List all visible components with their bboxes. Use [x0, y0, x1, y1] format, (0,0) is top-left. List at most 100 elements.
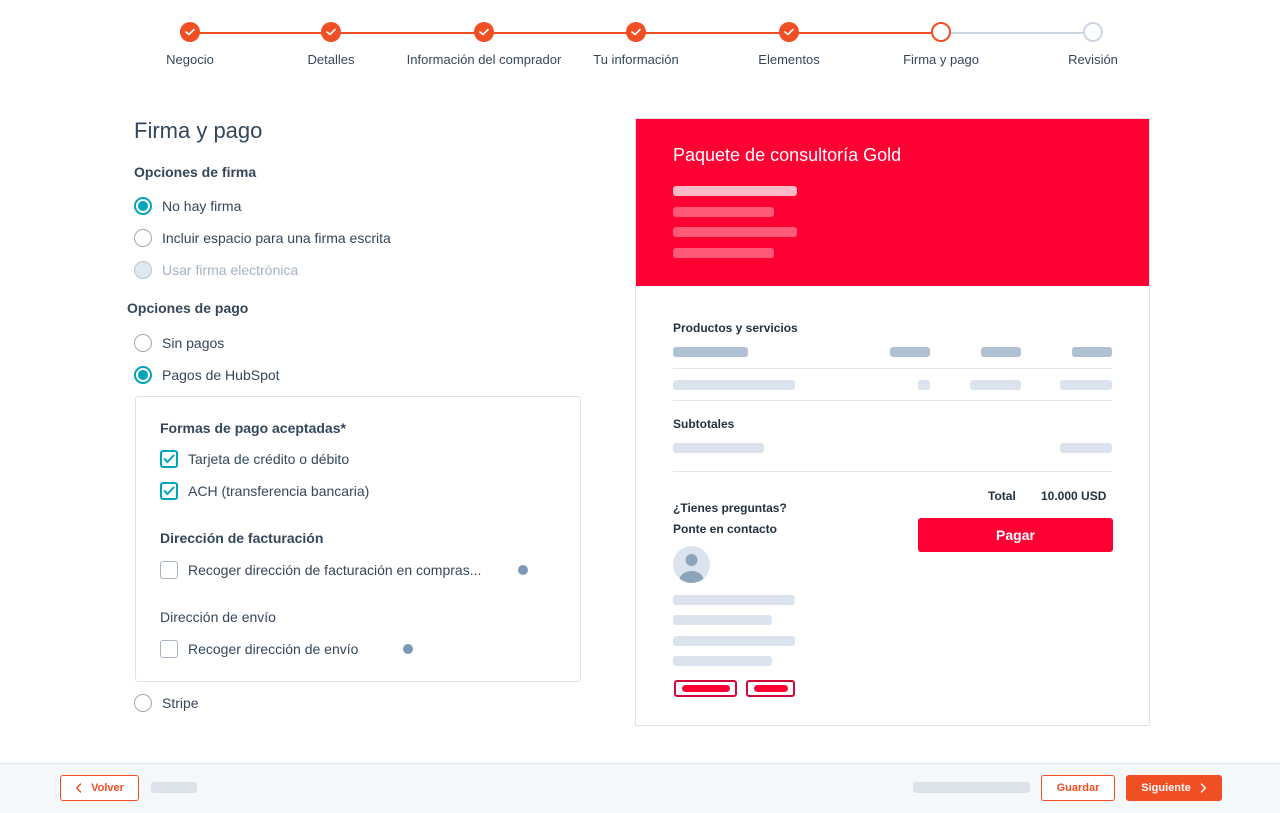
placeholder-line: [673, 248, 774, 258]
placeholder-column-header: [890, 347, 930, 357]
radio-electronic-signature: Usar firma electrónica: [134, 261, 298, 279]
back-button-label: Volver: [91, 782, 124, 794]
next-button-label: Siguiente: [1141, 782, 1191, 794]
placeholder-line: [673, 186, 797, 196]
placeholder-cell: [673, 380, 795, 390]
divider: [673, 400, 1112, 401]
checkbox-shipping-address[interactable]: Recoger dirección de envío: [160, 640, 358, 658]
placeholder-column-header: [1072, 347, 1112, 357]
step-label: Elementos: [758, 52, 820, 67]
radio-written-signature[interactable]: Incluir espacio para una firma escrita: [134, 229, 391, 247]
accepted-methods-heading: Formas de pago aceptadas*: [160, 420, 346, 436]
page-title: Firma y pago: [134, 118, 263, 143]
checkbox-label: Recoger dirección de facturación en comp…: [188, 562, 482, 578]
placeholder-line: [673, 656, 772, 666]
check-icon: [163, 486, 175, 495]
info-icon[interactable]: [403, 644, 413, 654]
back-button[interactable]: Volver: [60, 775, 139, 801]
radio-no-signature[interactable]: No hay firma: [134, 197, 241, 215]
checkbox[interactable]: [160, 450, 178, 468]
info-icon[interactable]: [518, 565, 528, 575]
questions-label: ¿Tienes preguntas?: [673, 501, 787, 515]
check-icon: [779, 22, 799, 42]
footer-bar: Volver Guardar Siguiente: [0, 763, 1280, 813]
checkbox-billing-address[interactable]: Recoger dirección de facturación en comp…: [160, 561, 481, 579]
check-icon: [180, 22, 200, 42]
subtotals-heading: Subtotales: [673, 417, 735, 431]
checkbox-label: Recoger dirección de envío: [188, 641, 359, 657]
radio-button: [134, 261, 152, 279]
checkbox-label: Tarjeta de crédito o débito: [188, 451, 350, 467]
radio-label: No hay firma: [162, 198, 242, 214]
placeholder-column-header: [981, 347, 1021, 357]
products-heading: Productos y servicios: [673, 321, 798, 335]
step-informacion-comprador[interactable]: Información del comprador: [404, 22, 564, 67]
hubspot-payments-settings: Formas de pago aceptadas* Tarjeta de cré…: [135, 396, 581, 682]
next-button[interactable]: Siguiente: [1126, 775, 1222, 801]
step-firma-y-pago[interactable]: Firma y pago: [861, 22, 1021, 67]
step-elementos[interactable]: Elementos: [709, 22, 869, 67]
payment-options-heading: Opciones de pago: [127, 300, 249, 316]
placeholder-footer: [151, 782, 197, 793]
radio-hubspot-payments[interactable]: Pagos de HubSpot: [134, 366, 280, 384]
step-label: Revisión: [1068, 52, 1118, 67]
pay-button[interactable]: Pagar: [918, 518, 1113, 552]
check-icon: [321, 22, 341, 42]
avatar-icon: [673, 546, 710, 583]
checkbox-ach[interactable]: ACH (transferencia bancaria): [160, 482, 369, 500]
total-label: Total: [988, 489, 1016, 503]
radio-button[interactable]: [134, 229, 152, 247]
placeholder-column-header: [673, 347, 748, 357]
placeholder-line: [673, 595, 795, 605]
check-icon: [163, 454, 175, 463]
placeholder-line: [673, 636, 795, 646]
billing-address-heading: Dirección de facturación: [160, 530, 324, 546]
save-button[interactable]: Guardar: [1041, 775, 1115, 801]
radio-label: Usar firma electrónica: [162, 262, 299, 278]
step-label: Negocio: [166, 52, 214, 67]
step-negocio[interactable]: Negocio: [110, 22, 270, 67]
radio-label: Stripe: [162, 695, 199, 711]
radio-no-payments[interactable]: Sin pagos: [134, 334, 224, 352]
radio-button[interactable]: [134, 334, 152, 352]
placeholder-footer: [913, 782, 1030, 793]
radio-button[interactable]: [134, 366, 152, 384]
step-label: Tu información: [593, 52, 679, 67]
placeholder-cell: [970, 380, 1021, 390]
check-icon: [474, 22, 494, 42]
chevron-left-icon: [75, 783, 82, 793]
step-label: Información del comprador: [406, 52, 562, 67]
pending-step-indicator: [1083, 22, 1103, 42]
placeholder-cell: [918, 380, 930, 390]
preview-header: Paquete de consultoría Gold: [636, 119, 1149, 286]
checkbox-label: ACH (transferencia bancaria): [188, 483, 370, 499]
check-icon: [626, 22, 646, 42]
checkbox-card[interactable]: Tarjeta de crédito o débito: [160, 450, 349, 468]
radio-stripe[interactable]: Stripe: [134, 694, 199, 712]
step-tu-informacion[interactable]: Tu información: [556, 22, 716, 67]
placeholder-outline-button: [746, 680, 795, 697]
checkbox[interactable]: [160, 482, 178, 500]
divider: [673, 471, 1112, 472]
placeholder-line: [673, 615, 772, 625]
step-label: Detalles: [307, 52, 355, 67]
radio-label: Sin pagos: [162, 335, 225, 351]
step-label: Firma y pago: [903, 52, 979, 67]
radio-button[interactable]: [134, 694, 152, 712]
shipping-address-heading: Dirección de envío: [160, 609, 276, 625]
placeholder-cell: [1060, 443, 1112, 453]
quote-preview-card: Paquete de consultoría Gold Productos y …: [635, 118, 1150, 726]
placeholder-line: [673, 227, 797, 237]
placeholder-outline-button: [674, 680, 737, 697]
checkbox[interactable]: [160, 640, 178, 658]
progress-stepper: Negocio Detalles Información del comprad…: [0, 0, 1280, 90]
total-value: 10.000 USD: [1041, 489, 1107, 503]
divider: [673, 368, 1112, 369]
checkbox[interactable]: [160, 561, 178, 579]
contact-label: Ponte en contacto: [673, 522, 778, 536]
radio-label: Incluir espacio para una firma escrita: [162, 230, 391, 246]
step-detalles[interactable]: Detalles: [251, 22, 411, 67]
step-revision[interactable]: Revisión: [1013, 22, 1173, 67]
radio-label: Pagos de HubSpot: [162, 367, 280, 383]
radio-button[interactable]: [134, 197, 152, 215]
